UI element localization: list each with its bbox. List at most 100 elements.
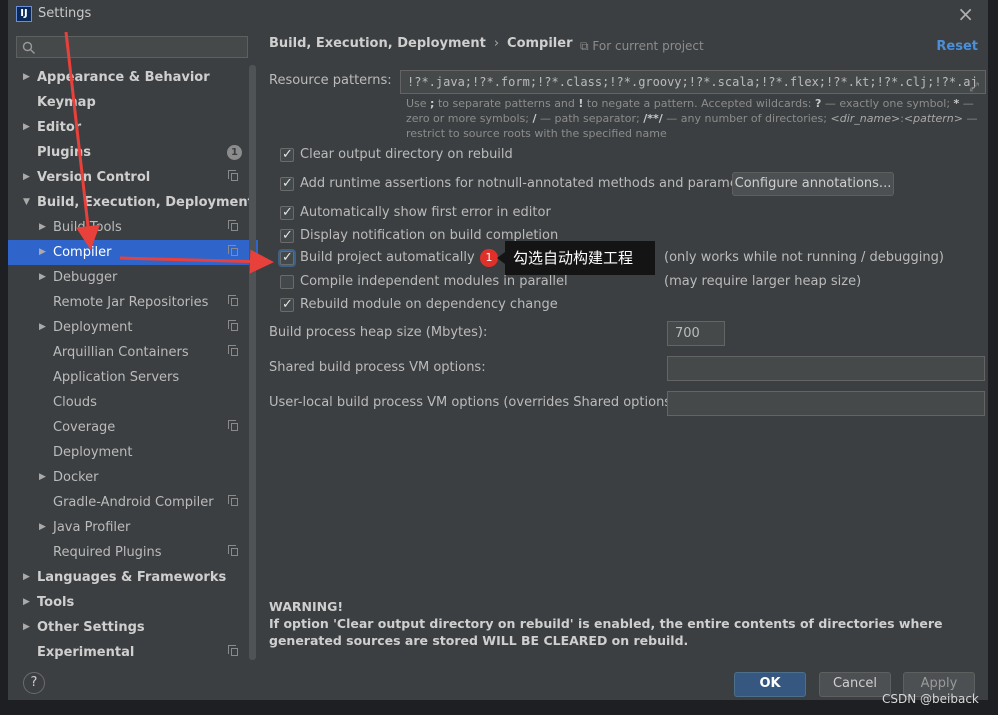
sidebar-item-debugger[interactable]: ▶ Debugger: [8, 265, 258, 290]
sidebar-item-label: Build, Execution, Deployment: [37, 195, 254, 210]
configure-annotations-button[interactable]: Configure annotations...: [732, 172, 894, 196]
compiler-settings-panel: Build, Execution, Deployment › Compiler ⧉ …: [258, 28, 988, 660]
sidebar-item-editor[interactable]: ▶ Editor: [8, 115, 258, 140]
settings-sidebar: ▶ Appearance & Behavior Keymap ▶ Editor Plugi…: [8, 28, 258, 660]
rebuild-on-dependency-checkbox[interactable]: [280, 295, 294, 315]
sidebar-item-plugins[interactable]: Plugins 1: [8, 140, 258, 165]
show-first-error-label: Automatically show first error in editor: [300, 205, 551, 220]
shared-vm-options-input[interactable]: [667, 356, 985, 381]
chevron-right-icon[interactable]: ▶: [39, 240, 46, 265]
resource-patterns-label: Resource patterns:: [269, 73, 392, 88]
compile-parallel-label: Compile independent modules in parallel: [300, 274, 568, 289]
resource-patterns-value: !?*.java;!?*.form;!?*.class;!?*.groovy;!…: [407, 75, 978, 89]
sidebar-item-languages-frameworks[interactable]: ▶ Languages & Frameworks: [8, 565, 258, 590]
search-icon: [22, 41, 35, 54]
sidebar-item-appearance-behavior[interactable]: ▶ Appearance & Behavior: [8, 65, 258, 90]
sidebar-item-label: Clouds: [53, 395, 97, 410]
sidebar-item-application-servers[interactable]: Application Servers: [8, 365, 258, 390]
project-scope-icon: [228, 170, 238, 181]
user-vm-options-label: User-local build process VM options (ove…: [269, 395, 681, 410]
user-vm-options-input[interactable]: [667, 391, 985, 416]
build-automatically-note: (only works while not running / debuggin…: [664, 250, 944, 265]
sidebar-item-label: Debugger: [53, 270, 118, 285]
callout-number-badge: 1: [480, 249, 498, 267]
breadcrumb-parent[interactable]: Build, Execution, Deployment: [269, 36, 486, 51]
sidebar-item-required-plugins[interactable]: Required Plugins: [8, 540, 258, 565]
cancel-button[interactable]: Cancel: [819, 672, 891, 697]
sidebar-item-docker[interactable]: ▶ Docker: [8, 465, 258, 490]
compile-parallel-checkbox[interactable]: [280, 275, 294, 289]
project-scope-icon: [228, 420, 238, 431]
heap-size-input[interactable]: 700: [667, 321, 725, 346]
clear-output-checkbox[interactable]: [280, 145, 294, 165]
help-icon[interactable]: ?: [23, 672, 45, 694]
add-assertions-label: Add runtime assertions for notnull-annot…: [300, 176, 764, 191]
sidebar-item-label: Editor: [37, 120, 82, 135]
sidebar-item-version-control[interactable]: ▶ Version Control: [8, 165, 258, 190]
sidebar-item-gradle-android-compiler[interactable]: Gradle-Android Compiler: [8, 490, 258, 515]
sidebar-item-deployment[interactable]: ▶ Deployment: [8, 315, 258, 340]
shared-vm-options-label: Shared build process VM options:: [269, 360, 486, 375]
sidebar-scrollbar[interactable]: [249, 65, 256, 660]
sidebar-item-label: Gradle-Android Compiler: [53, 495, 214, 510]
sidebar-item-clouds[interactable]: Clouds: [8, 390, 258, 415]
sidebar-item-deployment[interactable]: Deployment: [8, 440, 258, 465]
sidebar-item-keymap[interactable]: Keymap: [8, 90, 258, 115]
sidebar-item-label: Languages & Frameworks: [37, 570, 227, 585]
project-scope-icon: [228, 295, 238, 306]
chevron-right-icon[interactable]: ▶: [39, 515, 46, 540]
clear-output-label: Clear output directory on rebuild: [300, 147, 513, 162]
heap-size-label: Build process heap size (Mbytes):: [269, 325, 488, 340]
chevron-right-icon[interactable]: ▶: [23, 565, 30, 590]
project-scope-icon: [228, 220, 238, 231]
reset-link[interactable]: Reset: [936, 39, 978, 54]
sidebar-item-tools[interactable]: ▶ Tools: [8, 590, 258, 615]
scope-text: For current project: [592, 39, 704, 53]
project-scope-icon: ⧉: [580, 39, 589, 53]
close-icon[interactable]: ×: [957, 2, 974, 26]
sidebar-item-label: Plugins: [37, 145, 91, 160]
ok-button[interactable]: OK: [734, 672, 806, 697]
chevron-right-icon[interactable]: ▶: [23, 165, 30, 190]
chevron-right-icon[interactable]: ▶: [39, 265, 46, 290]
sidebar-item-label: Version Control: [37, 170, 151, 185]
chevron-right-icon[interactable]: ▶: [39, 215, 46, 240]
display-notification-checkbox[interactable]: [280, 226, 294, 246]
chevron-right-icon[interactable]: ▶: [39, 465, 46, 490]
resource-patterns-input[interactable]: !?*.java;!?*.form;!?*.class;!?*.groovy;!…: [400, 70, 986, 94]
chevron-right-icon[interactable]: ▶: [39, 315, 46, 340]
chevron-right-icon[interactable]: ▶: [23, 590, 30, 615]
sidebar-item-label: Other Settings: [37, 620, 145, 635]
settings-search-input[interactable]: [16, 36, 248, 58]
settings-dialog: IJ Settings × ▶ Appearance & Behavior Keym…: [8, 0, 988, 700]
resource-patterns-hint: Use ; to separate patterns and ! to nega…: [406, 97, 978, 140]
sidebar-item-compiler[interactable]: ▶ Compiler: [8, 240, 258, 265]
sidebar-item-remote-jar-repositories[interactable]: Remote Jar Repositories: [8, 290, 258, 315]
project-scope-icon: [228, 345, 238, 356]
project-scope-icon: [228, 495, 238, 506]
callout-pointer: [497, 252, 505, 264]
build-automatically-checkbox[interactable]: [280, 248, 294, 268]
sidebar-item-coverage[interactable]: Coverage: [8, 415, 258, 440]
project-scope-icon: [228, 545, 238, 556]
add-assertions-checkbox[interactable]: [280, 174, 294, 194]
show-first-error-checkbox[interactable]: [280, 203, 294, 223]
sidebar-item-build-execution-deployment[interactable]: ▼ Build, Execution, Deployment: [8, 190, 258, 215]
sidebar-item-label: Appearance & Behavior: [37, 70, 210, 85]
sidebar-item-label: Build Tools: [53, 220, 122, 235]
breadcrumb-separator: ›: [493, 36, 500, 51]
chevron-right-icon[interactable]: ▶: [23, 615, 30, 640]
sidebar-item-label: Application Servers: [53, 370, 180, 385]
chevron-down-icon[interactable]: ▼: [23, 190, 30, 215]
sidebar-item-label: Java Profiler: [53, 520, 131, 535]
sidebar-item-arquillian-containers[interactable]: Arquillian Containers: [8, 340, 258, 365]
expand-field-icon[interactable]: ⤢: [969, 76, 979, 93]
sidebar-item-label: Arquillian Containers: [53, 345, 189, 360]
chevron-right-icon[interactable]: ▶: [23, 65, 30, 90]
background-edge-bottom: [0, 700, 998, 715]
chevron-right-icon[interactable]: ▶: [23, 115, 30, 140]
build-automatically-label: Build project automatically: [300, 250, 475, 265]
sidebar-item-other-settings[interactable]: ▶ Other Settings: [8, 615, 258, 640]
sidebar-item-build-tools[interactable]: ▶ Build Tools: [8, 215, 258, 240]
sidebar-item-java-profiler[interactable]: ▶ Java Profiler: [8, 515, 258, 540]
